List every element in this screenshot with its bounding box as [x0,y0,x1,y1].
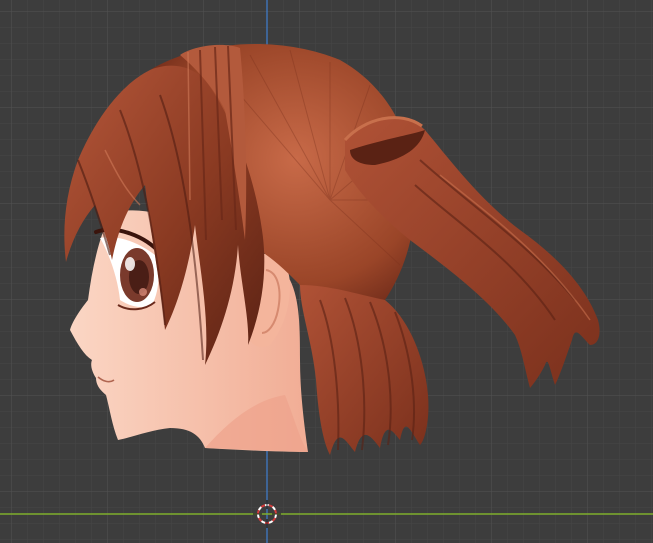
viewport-canvas[interactable] [0,0,653,543]
3d-viewport[interactable] [0,0,653,543]
